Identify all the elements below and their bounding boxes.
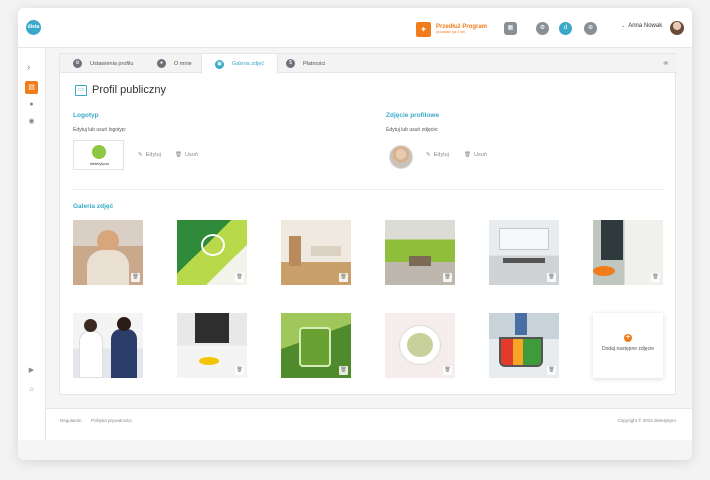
calendar-icon[interactable]: ▦ [504, 22, 517, 35]
footer: Regulamin Polityka prywatności Copyright… [46, 408, 692, 440]
monitor-icon: ▭ [75, 84, 87, 96]
gallery-photo[interactable]: 🗑 [593, 220, 663, 285]
trash-icon[interactable]: 🗑 [339, 273, 348, 282]
app-icon[interactable]: d [559, 22, 572, 35]
remove-logo-button[interactable]: 🗑 Usuń [175, 152, 198, 158]
remove-photo-button[interactable]: 🗑 Usuń [464, 152, 487, 158]
trash-icon[interactable]: 🗑 [339, 366, 348, 375]
settings-icon[interactable]: ⚙ [536, 22, 549, 35]
privacy-link[interactable]: Polityka prywatności [91, 418, 132, 423]
trash-icon[interactable]: 🗑 [547, 273, 556, 282]
user-icon[interactable]: ● [25, 98, 38, 111]
plus-icon: + [624, 334, 632, 342]
trash-icon[interactable]: 🗑 [443, 273, 452, 282]
user-name: Anna Nowak [628, 23, 663, 29]
promo-subtitle: pozostało już 4 dni [436, 29, 465, 34]
edit-logo-button[interactable]: ✎ Edytuj [138, 152, 161, 158]
link-icon[interactable]: ⚭ [662, 58, 673, 69]
extend-program-banner[interactable]: ✦ Przedłuż Program pozostało już 4 dni [416, 21, 487, 37]
payment-icon: $ [286, 59, 295, 68]
chevron-down-icon: ⌄ [621, 23, 626, 29]
promo-title: Przedłuż Program [436, 23, 488, 30]
location-icon[interactable]: ◉ [25, 115, 38, 128]
chevron-right-icon[interactable]: › [27, 62, 30, 73]
add-photo-button[interactable]: + Dodaj następne zdjęcie [593, 313, 663, 378]
tab-gallery[interactable]: ▣ Galeria zdjęć [201, 54, 278, 74]
trash-icon: 🗑 [175, 152, 182, 158]
gift-icon: ✦ [416, 21, 431, 37]
gallery-photo[interactable]: 🗑 [73, 220, 143, 285]
top-bar: dieta ✦ Przedłuż Program pozostało już 4… [18, 8, 692, 48]
gallery-photo[interactable] [73, 313, 143, 378]
trash-icon[interactable]: 🗑 [131, 273, 140, 282]
dashboard-icon[interactable]: ▤ [25, 81, 38, 94]
tab-payments[interactable]: $ Płatności [286, 54, 325, 73]
avatar[interactable] [670, 21, 684, 35]
gear-icon: ⚙ [73, 59, 82, 68]
trash-icon[interactable]: 🗑 [443, 366, 452, 375]
profile-photo [389, 145, 413, 169]
pencil-icon: ✎ [138, 152, 143, 158]
building-icon[interactable]: ⌂ [25, 383, 38, 396]
gallery-title: Galeria zdjęć [73, 203, 114, 210]
logo-section-desc: Edytuj lub usuń logotyp: [73, 127, 127, 133]
sidebar: › ▤ ● ◉ ▶ ⌂ [18, 48, 46, 440]
gallery-photo[interactable]: 🗑 [281, 313, 351, 378]
gallery-photo[interactable]: 🗑 [489, 220, 559, 285]
cart-icon[interactable]: ⊕ [584, 22, 597, 35]
profile-card: ⚙ Ustawienia profilu ● O mnie ▣ Galeria zdj… [59, 53, 677, 395]
trash-icon[interactable]: 🗑 [235, 273, 244, 282]
video-icon[interactable]: ▶ [25, 364, 38, 377]
gallery-photo[interactable]: 🗑 [281, 220, 351, 285]
gallery-photo[interactable]: 🗑 [177, 313, 247, 378]
user-menu[interactable]: ⌄ Anna Nowak [621, 23, 662, 29]
app-logo[interactable]: dieta [26, 20, 41, 35]
gallery-photo[interactable]: 🗑 [385, 313, 455, 378]
gallery-photo[interactable]: 🗑 [489, 313, 559, 378]
pencil-icon: ✎ [426, 152, 431, 158]
terms-link[interactable]: Regulamin [60, 418, 82, 423]
edit-photo-button[interactable]: ✎ Edytuj [426, 152, 449, 158]
logo-section-title: Logotyp [73, 112, 99, 119]
trash-icon[interactable]: 🗑 [235, 366, 244, 375]
photo-section-title: Zdjęcie profilowe [386, 112, 440, 119]
apple-logo-icon [92, 145, 106, 159]
person-icon: ● [157, 59, 166, 68]
page-title: ▭ Profil publiczny [75, 84, 166, 96]
trash-icon[interactable]: 🗑 [651, 273, 660, 282]
logo-preview: dietetykpro [73, 140, 124, 170]
copyright: Copyright © 2018 dietetykpro [617, 418, 676, 423]
logo-word: dietetykpro [89, 161, 110, 166]
trash-icon[interactable]: 🗑 [547, 366, 556, 375]
tab-about-me[interactable]: ● O mnie [157, 54, 192, 73]
tab-profile-settings[interactable]: ⚙ Ustawienia profilu [73, 54, 133, 73]
app-window: dieta ✦ Przedłuż Program pozostało już 4… [18, 8, 692, 460]
gallery-photo[interactable]: 🗑 [385, 220, 455, 285]
trash-icon: 🗑 [464, 152, 471, 158]
image-icon: ▣ [215, 59, 224, 69]
divider [73, 189, 664, 190]
gallery-photo[interactable]: 🗑 [177, 220, 247, 285]
photo-section-desc: Edytuj lub usuń zdjęcie: [386, 127, 439, 133]
add-photo-label: Dodaj następne zdjęcie [602, 346, 654, 352]
tab-bar: ⚙ Ustawienia profilu ● O mnie ▣ Galeria zdj… [60, 54, 677, 74]
